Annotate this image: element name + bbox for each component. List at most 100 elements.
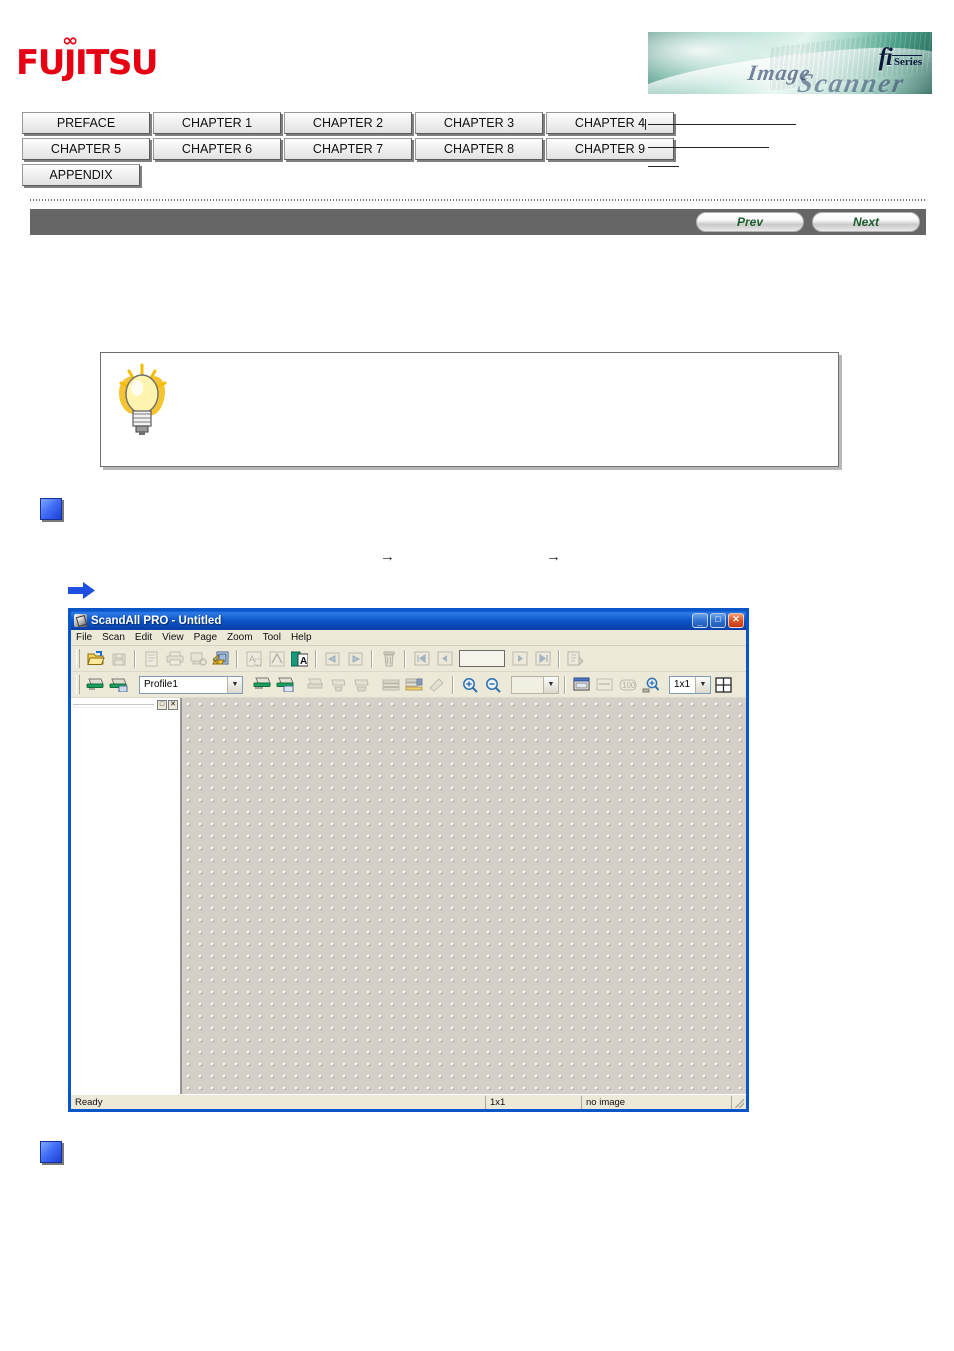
tab-chapter-5[interactable]: CHAPTER 5 — [22, 138, 150, 160]
tab-chapter-9[interactable]: CHAPTER 9 — [546, 138, 674, 160]
separator-sheet-icon — [403, 674, 424, 695]
last-page-icon — [532, 648, 553, 669]
header-rule-1 — [648, 124, 796, 125]
toolbar-grip[interactable] — [76, 675, 80, 694]
next-button[interactable]: Next — [812, 212, 920, 232]
minimize-icon: _ — [697, 617, 703, 627]
blue-arrow-icon — [68, 582, 95, 599]
close-button[interactable]: ✕ — [728, 613, 744, 628]
view-mode-select[interactable]: ▼ — [511, 675, 559, 694]
panel-restore-button[interactable]: □ — [157, 699, 167, 710]
ocr-apply-icon[interactable]: A — [289, 648, 310, 669]
app-icon — [74, 614, 87, 627]
tab-chapter-1[interactable]: CHAPTER 1 — [153, 112, 281, 134]
tab-chapter-3[interactable]: CHAPTER 3 — [415, 112, 543, 134]
batch-setup-icon — [327, 674, 348, 695]
lightbulb-icon — [119, 363, 167, 435]
chapter-tab-row-3: APPENDIX — [22, 164, 674, 186]
tab-chapter-4[interactable]: CHAPTER 4 — [546, 112, 674, 134]
export-icon[interactable] — [210, 648, 231, 669]
menu-tool[interactable]: Tool — [263, 632, 281, 643]
fujitsu-logo: ∞ FUJITSU — [16, 33, 158, 83]
menu-help[interactable]: Help — [291, 632, 312, 643]
scandall-pro-window: ScandAll PRO - Untitled _ □ ✕ File Scan … — [68, 608, 749, 1112]
header-rule-3 — [648, 166, 679, 167]
thumbnail-list[interactable] — [71, 711, 180, 1094]
chevron-down-icon: ▼ — [543, 676, 558, 693]
scan-to-file-icon[interactable] — [251, 674, 272, 695]
header-rule-2 — [648, 147, 769, 148]
status-image-state: no image — [582, 1095, 732, 1109]
page-number-field[interactable] — [459, 650, 505, 667]
print-preview-icon — [187, 648, 208, 669]
toolbar-separator — [134, 649, 136, 668]
ocr-text-icon — [266, 648, 287, 669]
toolbar-separator — [452, 675, 454, 694]
tab-chapter-8[interactable]: CHAPTER 8 — [415, 138, 543, 160]
panel-header: □ ✕ — [71, 698, 180, 711]
window-controls: _ □ ✕ — [692, 613, 744, 628]
layout-select[interactable]: 1x1 ▼ — [669, 675, 711, 694]
prev-button[interactable]: Prev — [696, 212, 804, 232]
menu-file[interactable]: File — [76, 632, 92, 643]
menu-view[interactable]: View — [162, 632, 184, 643]
section-bullet-top — [40, 498, 62, 520]
resize-grip[interactable] — [732, 1096, 746, 1109]
insert-page-icon — [565, 648, 586, 669]
profile-select[interactable]: Profile1 ▼ — [139, 675, 243, 694]
close-icon: ✕ — [732, 614, 740, 624]
svg-text:A: A — [249, 654, 255, 664]
toolbar-separator — [315, 649, 317, 668]
tab-appendix[interactable]: APPENDIX — [22, 164, 140, 186]
zoom-tool-icon[interactable] — [640, 674, 661, 695]
chapter-tab-nav: PREFACE CHAPTER 1 CHAPTER 2 CHAPTER 3 CH… — [22, 112, 674, 190]
window-title-bar[interactable]: ScandAll PRO - Untitled _ □ ✕ — [71, 611, 746, 630]
maximize-icon: □ — [715, 614, 721, 624]
tab-preface[interactable]: PREFACE — [22, 112, 150, 134]
work-area: □ ✕ — [71, 698, 746, 1094]
section-bullet-bottom — [40, 1141, 62, 1163]
tab-chapter-6[interactable]: CHAPTER 6 — [153, 138, 281, 160]
rotate-left-icon — [322, 648, 343, 669]
tab-chapter-2[interactable]: CHAPTER 2 — [284, 112, 412, 134]
tab-chapter-7[interactable]: CHAPTER 7 — [284, 138, 412, 160]
toolbar-separator — [558, 649, 560, 668]
inline-arrow-1: → — [380, 548, 395, 565]
chevron-down-icon: ▼ — [227, 676, 242, 693]
panel-close-button[interactable]: ✕ — [168, 699, 178, 710]
minimize-button[interactable]: _ — [692, 613, 708, 628]
fujitsu-logo-text: FUJITSU — [16, 43, 158, 83]
pager-bar: Prev Next — [30, 209, 926, 235]
grid-layout-icon[interactable] — [713, 674, 734, 695]
menu-zoom[interactable]: Zoom — [227, 632, 253, 643]
print-icon — [164, 648, 185, 669]
scan-to-folder-icon[interactable] — [274, 674, 295, 695]
actual-size-icon: 100 — [617, 674, 638, 695]
zoom-in-icon[interactable] — [459, 674, 480, 695]
maximize-button[interactable]: □ — [710, 613, 726, 628]
documentation-page: ∞ FUJITSU Image Scanner fi Series PREFACE… — [0, 0, 954, 1351]
open-icon[interactable] — [85, 648, 106, 669]
zoom-out-icon[interactable] — [482, 674, 503, 695]
scan-batch-icon[interactable] — [108, 674, 129, 695]
chapter-tab-row-1: PREFACE CHAPTER 1 CHAPTER 2 CHAPTER 3 CH… — [22, 112, 674, 134]
chevron-down-icon: ▼ — [695, 676, 710, 693]
fujitsu-infinity-mark: ∞ — [62, 31, 78, 51]
fit-window-icon[interactable] — [571, 674, 592, 695]
rotate-right-icon — [345, 648, 366, 669]
next-page-icon — [509, 648, 530, 669]
thumbnail-panel: □ ✕ — [71, 698, 181, 1094]
scan-icon[interactable] — [85, 674, 106, 695]
menu-page[interactable]: Page — [194, 632, 217, 643]
menu-bar: File Scan Edit View Page Zoom Tool Help — [71, 630, 746, 646]
menu-scan[interactable]: Scan — [102, 632, 125, 643]
fi-logo-text: fi — [878, 44, 893, 71]
page-properties-icon — [141, 648, 162, 669]
toolbar-grip[interactable] — [76, 649, 80, 668]
svg-text:100: 100 — [622, 681, 636, 690]
image-canvas[interactable] — [181, 698, 746, 1094]
menu-edit[interactable]: Edit — [135, 632, 152, 643]
fit-width-icon — [594, 674, 615, 695]
status-bar: Ready 1x1 no image — [71, 1094, 746, 1109]
scan-settings-icon — [304, 674, 325, 695]
